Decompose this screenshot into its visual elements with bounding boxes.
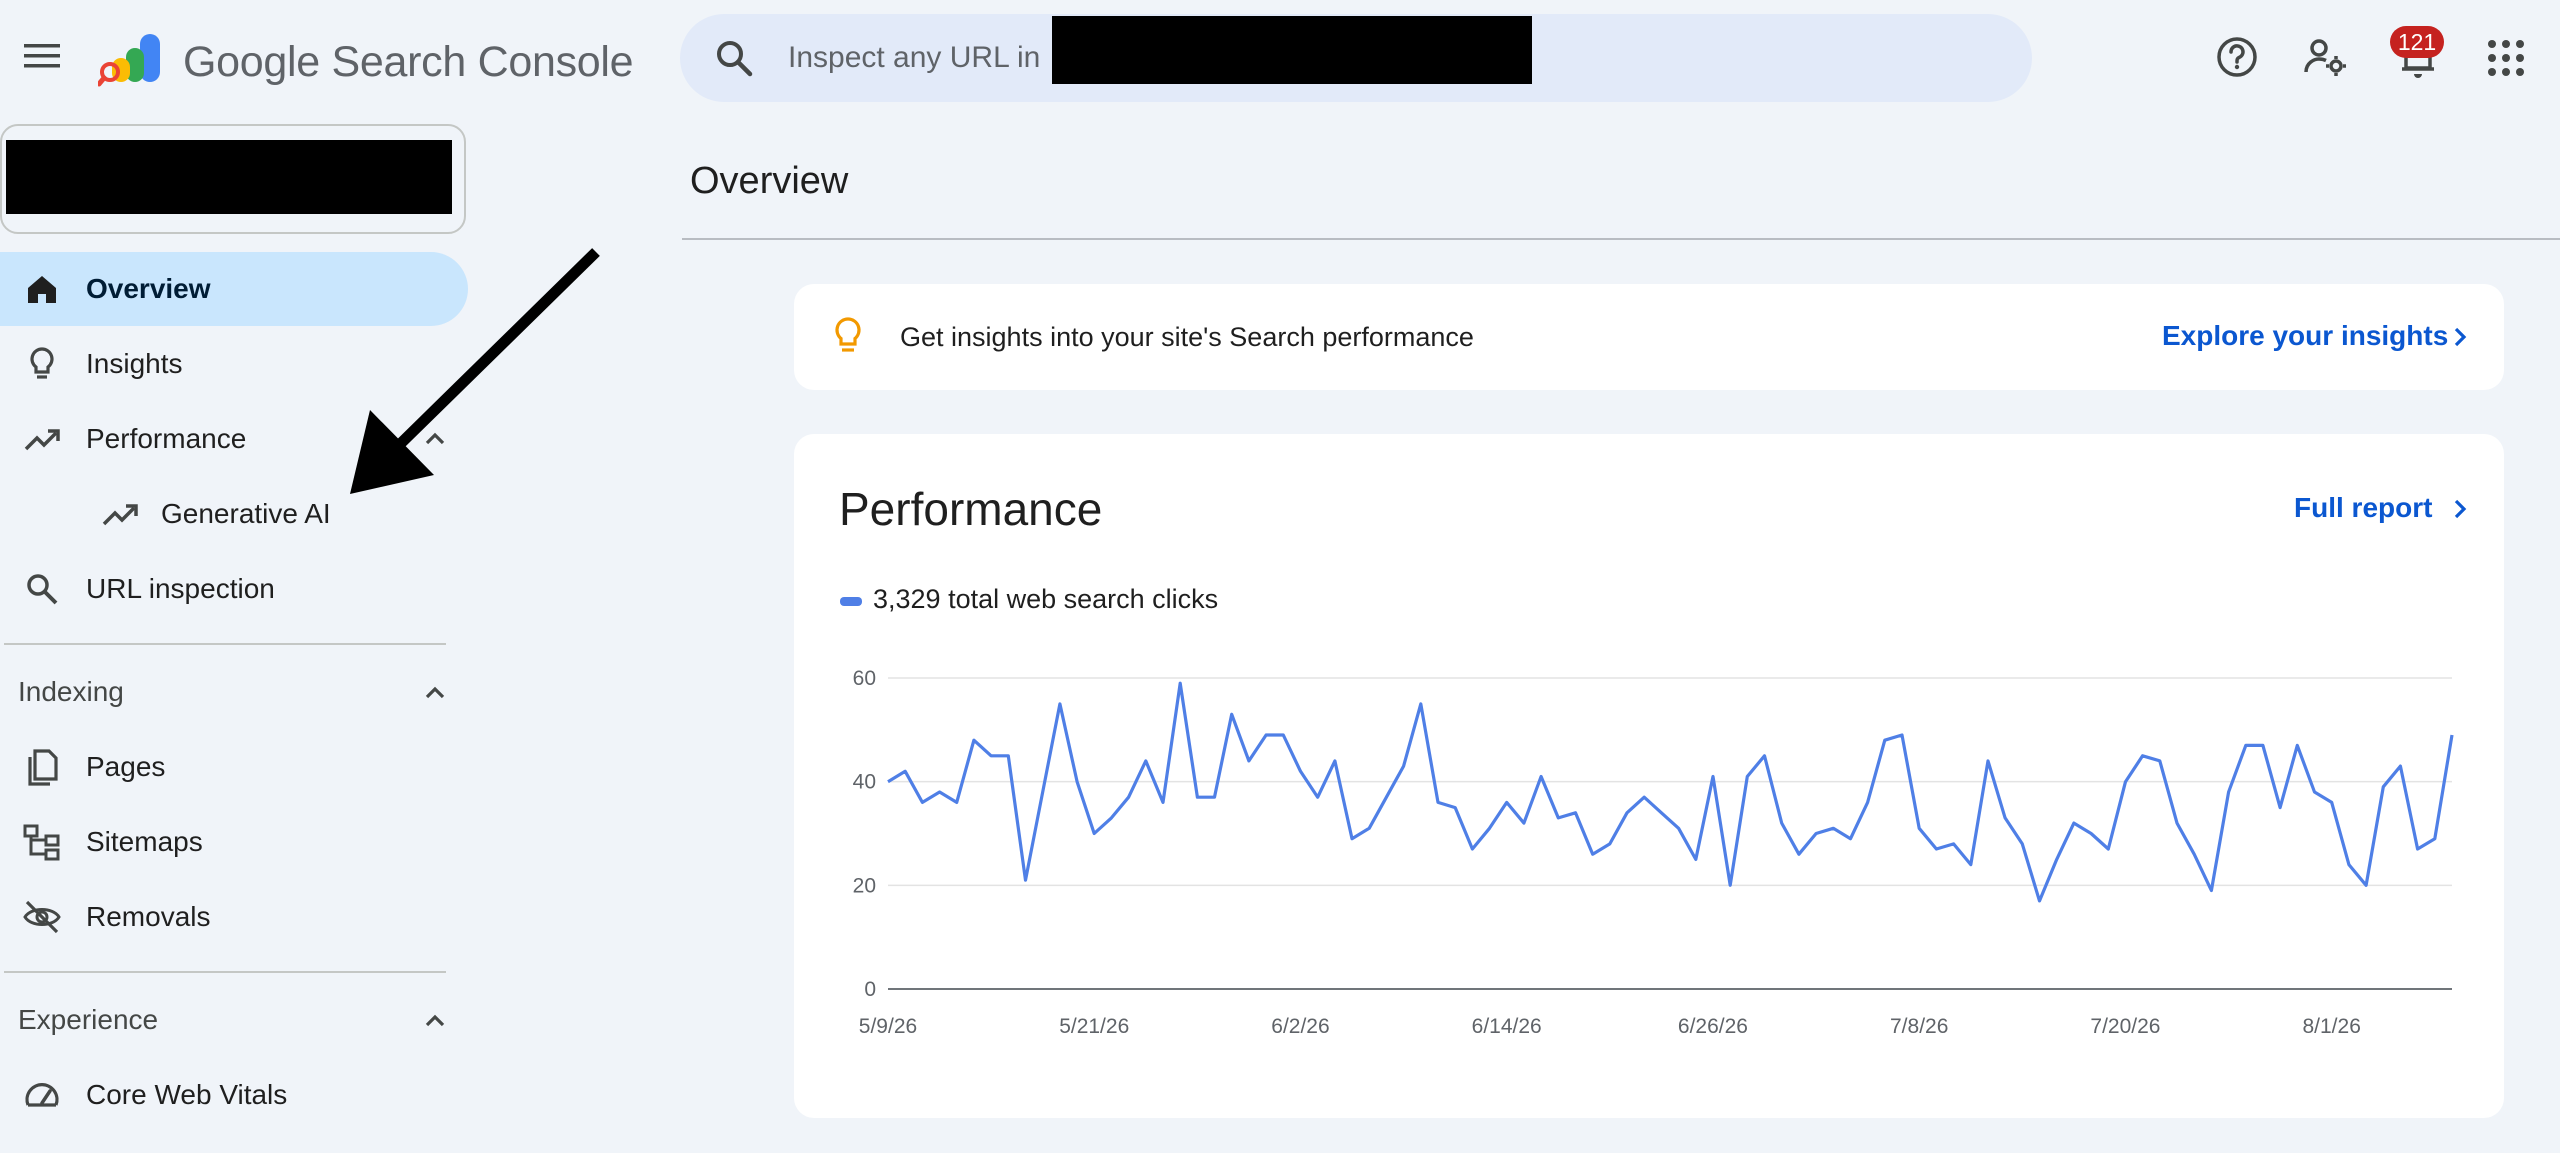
eye-off-icon xyxy=(23,900,61,934)
redaction-block xyxy=(6,140,452,214)
sidebar-item-label: Overview xyxy=(86,273,211,304)
sidebar-item-label: Sitemaps xyxy=(86,826,203,857)
x-tick-label: 5/21/26 xyxy=(1059,1015,1129,1038)
x-tick-label: 6/2/26 xyxy=(1271,1015,1329,1038)
sidebar-item-label: Pages xyxy=(86,751,166,782)
notification-count-badge: 121 xyxy=(2390,26,2444,58)
y-tick-label: 60 xyxy=(853,667,876,690)
sidebar-item-sitemaps[interactable]: Sitemaps xyxy=(0,805,468,879)
url-inspection-input[interactable] xyxy=(788,30,1048,86)
annotation-arrow-icon xyxy=(350,248,600,494)
chevron-right-icon[interactable] xyxy=(2446,494,2474,524)
x-tick-label: 6/26/26 xyxy=(1678,1015,1748,1038)
search-icon[interactable] xyxy=(712,36,756,80)
sidebar-item-label: Removals xyxy=(86,901,211,932)
page-title: Overview xyxy=(690,160,849,202)
help-icon[interactable] xyxy=(2214,34,2260,80)
x-tick-label: 6/14/26 xyxy=(1472,1015,1542,1038)
sidebar-divider xyxy=(4,643,446,645)
section-header-experience[interactable]: Experience xyxy=(18,1004,158,1036)
x-tick-label: 7/20/26 xyxy=(2090,1015,2160,1038)
chevron-up-icon[interactable] xyxy=(420,678,450,708)
hamburger-icon xyxy=(24,44,60,68)
search-console-logo-icon[interactable] xyxy=(96,30,168,90)
insights-message: Get insights into your site's Search per… xyxy=(900,322,1474,352)
clicks-line-chart: 0 20 40 60 5/9/26 5/21/26 6/2/26 6/14/26 6/26/26… xyxy=(853,667,2454,1038)
redaction-block xyxy=(1052,16,1532,84)
sidebar-item-core-web-vitals[interactable]: Core Web Vitals xyxy=(0,1058,468,1132)
chevron-right-icon[interactable] xyxy=(2446,322,2474,352)
pages-icon xyxy=(28,749,58,786)
trending-up-icon xyxy=(24,429,60,451)
speed-gauge-icon xyxy=(25,1083,59,1107)
sidebar-item-removals[interactable]: Removals xyxy=(0,880,468,954)
lightbulb-icon xyxy=(30,347,54,379)
lightbulb-icon xyxy=(826,314,870,358)
section-header-indexing[interactable]: Indexing xyxy=(18,676,124,708)
series-line-clicks xyxy=(887,681,2454,903)
y-tick-label: 20 xyxy=(853,874,876,897)
user-settings-icon[interactable] xyxy=(2302,34,2348,80)
sidebar-item-label: Insights xyxy=(86,348,183,379)
y-tick-label: 0 xyxy=(864,978,876,1001)
x-tick-label: 8/1/26 xyxy=(2302,1015,2360,1038)
x-tick-label: 5/9/26 xyxy=(859,1015,917,1038)
trending-up-icon xyxy=(102,504,138,526)
full-report-link[interactable]: Full report xyxy=(2294,492,2432,524)
sidebar-item-label: URL inspection xyxy=(86,573,275,604)
sitemap-icon xyxy=(23,824,60,861)
app-title[interactable]: Google Search Console xyxy=(183,38,634,87)
google-apps-grid-icon[interactable] xyxy=(2484,36,2528,80)
sidebar-item-pages[interactable]: Pages xyxy=(0,730,468,804)
sidebar-item-label: Core Web Vitals xyxy=(86,1079,288,1110)
title-divider xyxy=(682,238,2560,240)
sidebar-item-url-inspection[interactable]: URL inspection xyxy=(0,552,468,626)
sidebar-item-label: Generative AI xyxy=(161,498,331,529)
performance-title: Performance xyxy=(839,483,1103,535)
legend-swatch xyxy=(840,597,862,606)
legend-label: 3,329 total web search clicks xyxy=(873,584,1219,614)
explore-insights-link[interactable]: Explore your insights xyxy=(2162,320,2448,352)
x-tick-label: 7/8/26 xyxy=(1890,1015,1948,1038)
y-tick-label: 40 xyxy=(853,771,876,794)
search-icon xyxy=(27,574,58,605)
sidebar-divider xyxy=(4,971,446,973)
chevron-up-icon[interactable] xyxy=(420,1006,450,1036)
sidebar-item-label: Performance xyxy=(86,423,247,454)
home-icon xyxy=(28,276,56,303)
main-menu-button[interactable] xyxy=(20,34,64,78)
